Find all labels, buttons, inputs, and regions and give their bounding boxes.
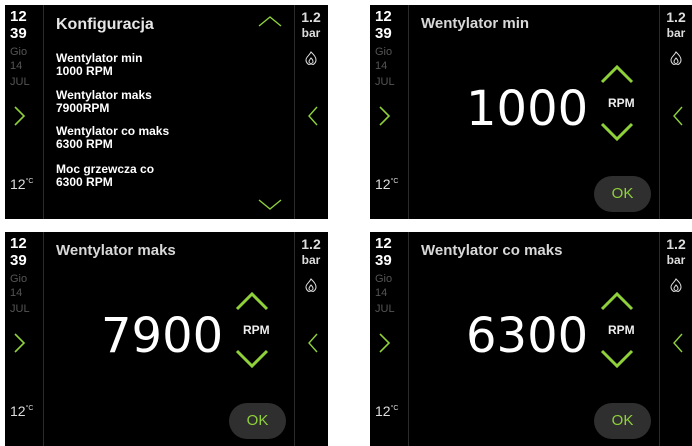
chevron-down-icon[interactable] [256,197,284,212]
left-divider [408,5,409,219]
pressure-unit: bar [301,26,321,40]
screen-title: Wentylator co maks [421,242,563,259]
status-right-column: 1.2 bar [294,5,328,219]
temperature-value: 12 [375,176,391,192]
rpm-unit: RPM [243,323,270,337]
clock-minute: 39 [10,25,27,42]
increase-chevron-up-icon[interactable] [599,290,635,312]
rpm-unit: RPM [608,323,635,337]
temperature-unit: °C [25,405,34,412]
left-divider [408,232,409,446]
pressure-value: 1.2 [666,236,686,252]
increase-chevron-up-icon[interactable] [599,63,635,85]
chevron-left-icon[interactable] [671,105,685,127]
status-left-column: 12 39 Gio 14 JUL 12°C [5,5,44,219]
left-divider [43,5,44,219]
pressure-unit: bar [301,253,321,267]
rpm-value: 7900 [101,308,224,364]
temperature-unit: °C [390,178,399,185]
clock-hour: 12 [10,8,27,25]
month: JUL [10,303,30,315]
status-left-column: 12 39 Gio 14 JUL 12°C [370,232,409,446]
chevron-right-icon[interactable] [10,332,28,354]
pressure-unit: bar [666,253,686,267]
chevron-left-icon[interactable] [306,105,320,127]
clock-minute: 39 [10,252,27,269]
ok-button[interactable]: OK [594,176,651,212]
menu-item-value: 6300 RPM [56,175,113,189]
menu-item-wentylator-maks[interactable]: Wentylator maks 7900RPM [56,89,152,115]
month: JUL [375,76,395,88]
chevron-right-icon[interactable] [375,105,393,127]
menu-item-wentylator-co-maks[interactable]: Wentylator co maks 6300 RPM [56,125,169,151]
menu-item-moc-grzewcza-co[interactable]: Moc grzewcza co 6300 RPM [56,163,154,189]
pressure-value: 1.2 [301,236,321,252]
status-right-column: 1.2 bar [659,5,692,219]
flame-icon [670,51,682,65]
flame-icon [305,51,317,65]
chevron-right-icon[interactable] [375,332,393,354]
status-left-column: 12 39 Gio 14 JUL 12°C [370,5,409,219]
chevron-left-icon[interactable] [306,332,320,354]
pressure-value: 1.2 [301,9,321,25]
month: JUL [375,303,395,315]
clock-minute: 39 [375,252,392,269]
menu-item-value: 7900RPM [56,101,110,115]
day-name: Gio [375,46,393,58]
rpm-value: 6300 [466,308,589,364]
left-divider [43,232,44,446]
day-number: 14 [375,287,388,299]
pressure-unit: bar [666,26,686,40]
clock-minute: 39 [375,25,392,42]
temperature-value: 12 [10,403,26,419]
ok-button[interactable]: OK [229,403,286,439]
screen-title: Wentylator min [421,15,530,32]
menu-item-wentylator-min[interactable]: Wentylator min 1000 RPM [56,52,142,78]
rpm-unit: RPM [608,96,635,110]
clock-hour: 12 [375,235,392,252]
temperature-readout: 12°C [375,403,398,419]
status-left-column: 12 39 Gio 14 JUL 12°C [5,232,44,446]
clock-hour: 12 [10,235,27,252]
decrease-chevron-down-icon[interactable] [599,121,635,143]
day-name: Gio [10,273,28,285]
chevron-left-icon[interactable] [671,332,685,354]
clock-hour: 12 [375,8,392,25]
temperature-readout: 12°C [10,403,33,419]
page-title: Konfiguracja [56,16,154,33]
decrease-chevron-down-icon[interactable] [599,348,635,370]
temperature-readout: 12°C [375,176,398,192]
status-right-column: 1.2 bar [294,232,328,446]
temperature-value: 12 [375,403,391,419]
menu-item-value: 1000 RPM [56,64,113,78]
config-menu-screen: 12 39 Gio 14 JUL 12°C Konfiguracja Wenty… [5,5,328,219]
decrease-chevron-down-icon[interactable] [234,348,270,370]
wentylator-co-maks-screen: 12 39 Gio 14 JUL 12°C Wentylator co maks… [370,232,692,446]
day-name: Gio [375,273,393,285]
wentylator-maks-screen: 12 39 Gio 14 JUL 12°C Wentylator maks 79… [5,232,328,446]
flame-icon [670,278,682,292]
wentylator-min-screen: 12 39 Gio 14 JUL 12°C Wentylator min 100… [370,5,692,219]
ok-button[interactable]: OK [594,403,651,439]
chevron-right-icon[interactable] [10,105,28,127]
rpm-value: 1000 [466,81,589,137]
pressure-value: 1.2 [666,9,686,25]
temperature-unit: °C [25,178,34,185]
temperature-unit: °C [390,405,399,412]
status-right-column: 1.2 bar [659,232,692,446]
flame-icon [305,278,317,292]
chevron-up-icon[interactable] [256,14,284,29]
day-name: Gio [10,46,28,58]
increase-chevron-up-icon[interactable] [234,290,270,312]
screen-title: Wentylator maks [56,242,176,259]
day-number: 14 [10,287,23,299]
temperature-value: 12 [10,176,26,192]
day-number: 14 [375,60,388,72]
day-number: 14 [10,60,23,72]
menu-item-value: 6300 RPM [56,137,113,151]
temperature-readout: 12°C [10,176,33,192]
month: JUL [10,76,30,88]
